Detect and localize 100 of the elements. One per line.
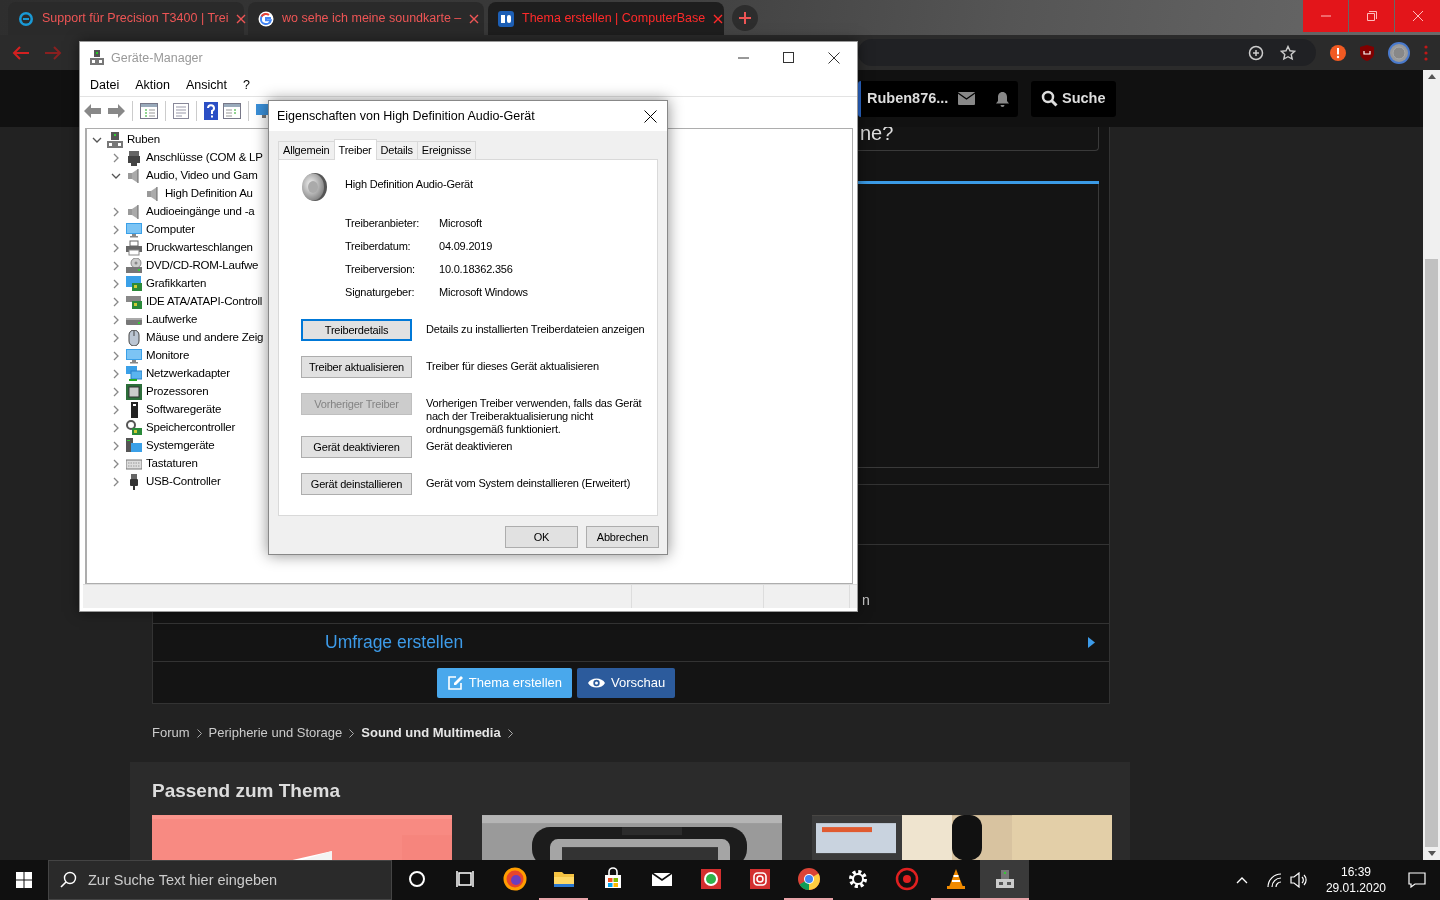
tree-item[interactable]: Speichercontroller [146,419,236,437]
shield-icon[interactable] [1360,44,1374,61]
network-icon [126,366,142,382]
breadcrumb-link[interactable]: Peripherie und Storage [208,723,343,743]
avatar-icon[interactable] [1388,41,1410,64]
tree-item[interactable]: Prozessoren [146,383,209,401]
tree-item[interactable]: Laufwerke [146,311,198,329]
tab[interactable]: Ereignisse [416,141,477,159]
property-value: Microsoft [439,216,483,230]
ok-button[interactable]: OK [505,526,578,548]
menu-icon[interactable] [1424,44,1428,61]
tab[interactable]: Treiber [333,139,377,160]
restore-icon[interactable] [1366,11,1377,21]
back-icon[interactable] [12,44,30,61]
maximize-icon[interactable] [783,52,794,63]
network-icon[interactable] [1265,872,1282,888]
search-icon [1041,90,1058,107]
edit-icon [446,674,464,691]
search-icon [60,871,77,888]
tree-item[interactable]: Audioeingänge und -a [146,203,255,221]
eye-icon [587,676,606,689]
tree-item[interactable]: Systemgeräte [146,437,215,455]
tree-item[interactable]: Grafikkarten [146,275,207,293]
zoom-in-icon[interactable] [1248,44,1264,61]
envelope-icon[interactable] [958,92,976,105]
connector-icon [126,150,142,166]
close-icon[interactable] [828,52,840,64]
help-icon[interactable] [204,101,218,120]
section-heading: Passend zum Thema [152,780,341,803]
properties-icon[interactable] [173,102,189,119]
action-description: Details zu installierten Treiberdateien anzeigen [426,322,646,336]
star-icon[interactable] [1280,44,1296,61]
monitor-icon [126,348,142,364]
scrollbar[interactable] [1423,70,1440,860]
search-engine-icon [258,10,274,27]
forward-icon[interactable] [107,103,125,118]
monitor-icon [126,222,142,238]
tree-item[interactable]: USB-Controller [146,473,221,491]
scroll-up-icon[interactable] [1427,74,1436,79]
device-name: High Definition Audio-Gerät [345,177,473,192]
cancel-button[interactable]: Abbrechen [586,526,659,548]
tree-item[interactable]: Ruben [127,131,160,149]
scroll-down-icon[interactable] [1427,851,1436,856]
tree-item[interactable]: Softwaregeräte [146,401,222,419]
tree-item[interactable]: IDE ATA/ATAPI-Controll [146,293,263,311]
preview-button[interactable]: Vorschau [577,667,676,698]
tree-item[interactable]: Monitore [146,347,190,365]
poll-toggle[interactable]: Umfrage erstellen [153,623,1109,661]
tree-item[interactable]: Druckwarteschlangen [146,239,253,257]
property-value: 04.09.2019 [439,239,494,253]
menu-item[interactable]: Ansicht [177,75,235,95]
menu-item[interactable]: Aktion [127,75,178,95]
property-label: Treiberanbieter: [345,216,421,230]
panel-icon[interactable] [140,102,158,119]
menu-item[interactable]: Datei [82,75,128,95]
notification-icon[interactable] [1408,872,1426,888]
back-icon[interactable] [84,103,102,118]
property-value: Microsoft Windows [439,285,529,299]
option-text: n [862,592,870,608]
bell-icon[interactable] [995,90,1011,107]
action-button[interactable]: Treiberdetails [301,319,412,341]
tree-item[interactable]: High Definition Au [165,185,253,203]
browser-tab[interactable]: Support für Precision T3400 | Trei [8,2,244,35]
tree-item[interactable]: Anschlüsse (COM & LP [146,149,263,167]
keyboard-icon [126,456,142,472]
browser-tab[interactable]: Thema erstellen | ComputerBase [488,2,724,35]
new-tab-icon[interactable] [732,5,758,31]
start-icon[interactable] [16,872,32,888]
search-button[interactable]: Suche [1031,80,1116,117]
tree-item[interactable]: Mäuse und andere Zeig [146,329,264,347]
tab[interactable]: Allgemein [278,141,335,159]
clock[interactable]: 16:39 29.01.2020 [1315,864,1396,896]
disc-drive-icon [126,258,142,274]
alert-icon[interactable] [1330,44,1346,61]
panel-icon[interactable] [223,102,241,119]
globe-icon [18,10,34,27]
user-menu[interactable]: Ruben876... [858,80,1018,117]
dialog-title: Eigenschaften von High Definition Audio-Gerät [277,107,535,125]
action-description: Treiber für dieses Gerät aktualisieren [426,359,600,373]
tree-item[interactable]: Audio, Video und Gam [146,167,258,185]
close-icon[interactable] [644,109,657,123]
tree-item[interactable]: DVD/CD-ROM-Laufwe [146,257,259,275]
action-button[interactable]: Treiber aktualisieren [301,356,412,378]
tree-item[interactable]: Netzwerkadapter [146,365,230,383]
breadcrumb-link[interactable]: Forum [152,723,190,743]
menu-item[interactable]: ? [234,75,258,95]
action-button[interactable]: Gerät deaktivieren [301,436,412,458]
device-manager-icon[interactable] [980,860,1029,900]
tree-item[interactable]: Tastaturen [146,455,198,473]
browser-tab[interactable]: wo sehe ich meine soundkarte – [248,2,484,35]
chevron-right-icon [507,728,513,738]
breadcrumb-current[interactable]: Sound und Multimedia [361,723,501,743]
volume-icon[interactable] [1289,872,1308,888]
caret-icon [1088,637,1095,648]
chevron-up-icon[interactable] [1235,876,1248,884]
display-adapter-icon [126,276,142,292]
speaker-icon [301,172,329,202]
action-button[interactable]: Gerät deinstallieren [301,473,412,495]
taskbar-search-field[interactable]: Zur Suche Text hier eingeben [48,860,392,900]
tree-item[interactable]: Computer [146,221,195,239]
